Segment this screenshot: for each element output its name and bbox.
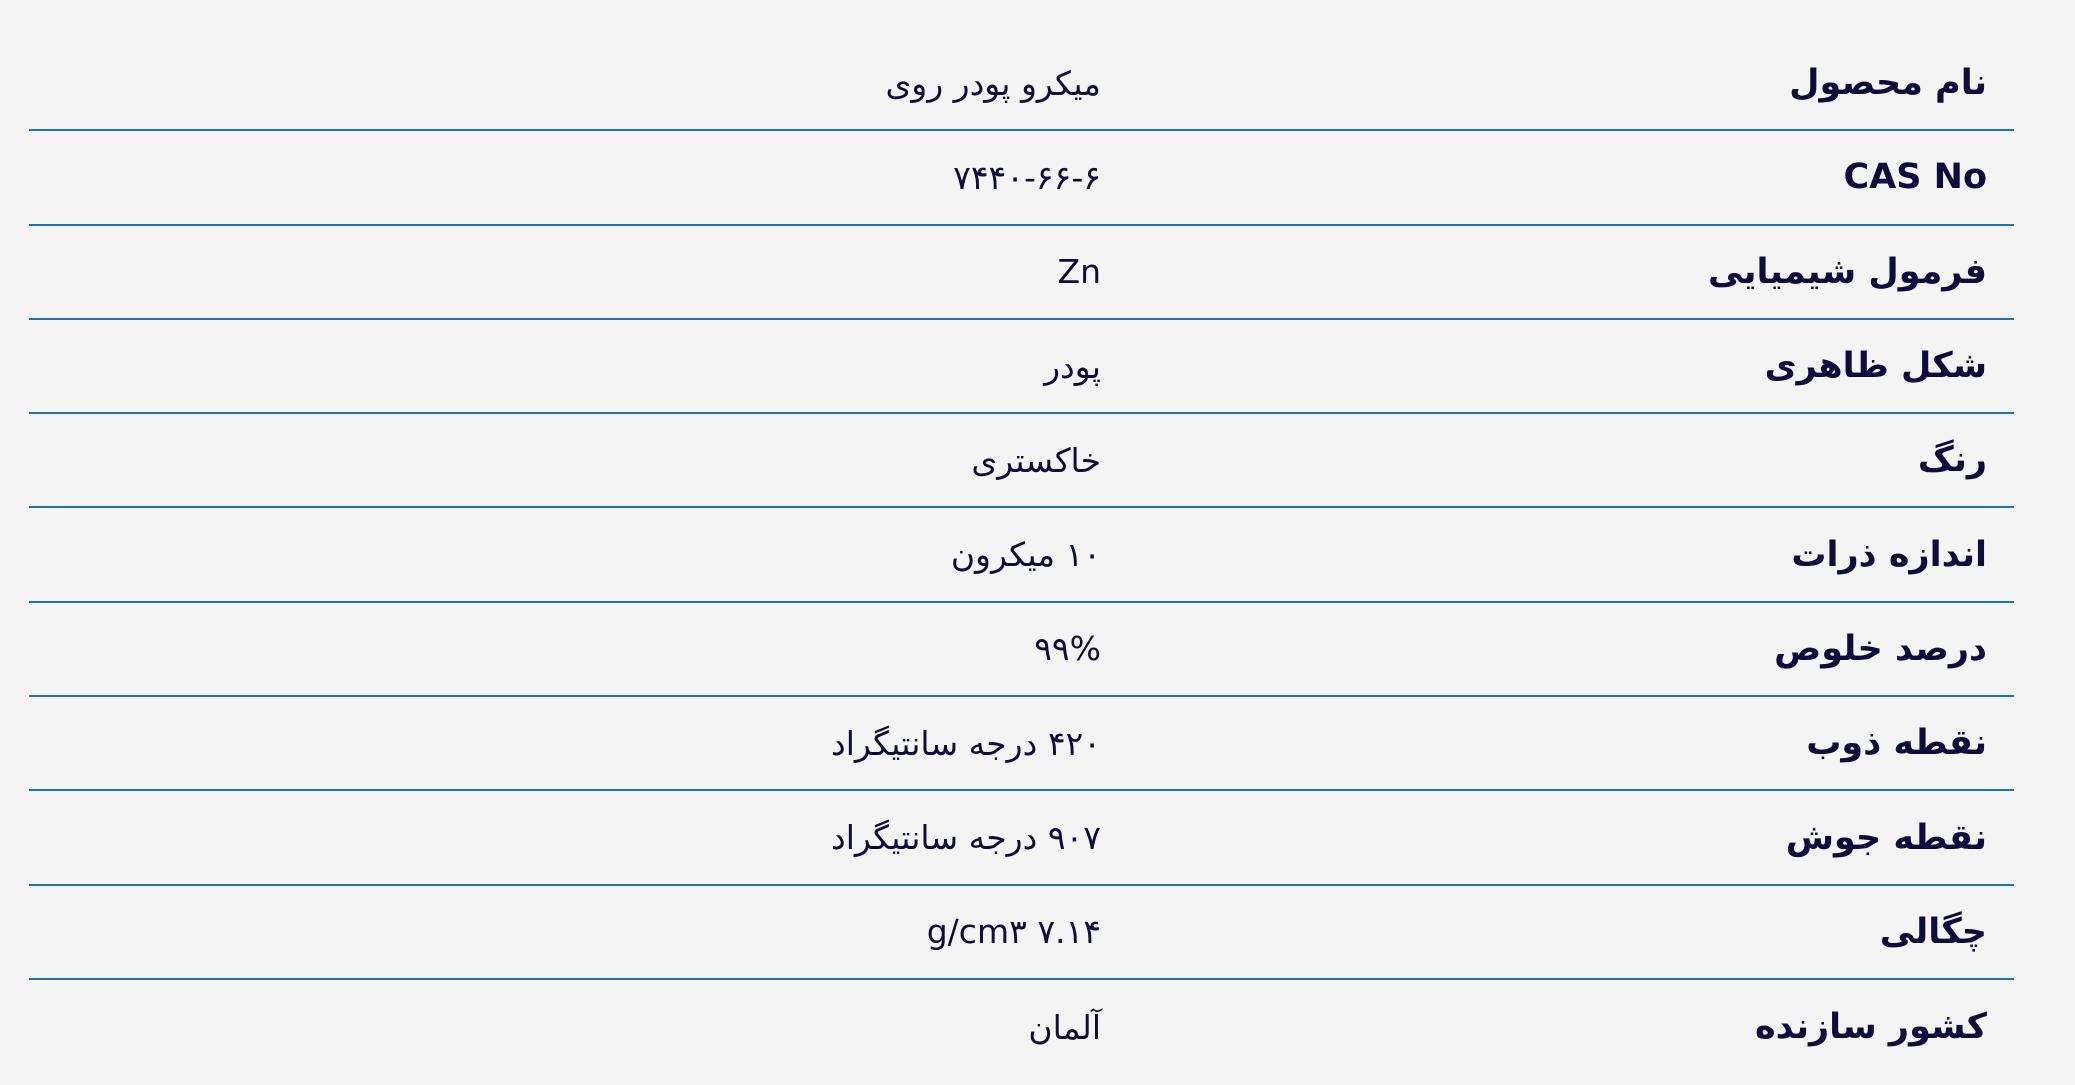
spec-value: ۷.۱۴ g/cm۳ xyxy=(926,912,1101,952)
spec-row: درصد خلوص ۹۹% xyxy=(29,603,2014,698)
spec-row: اندازه ذرات ۱۰ میکرون xyxy=(29,508,2014,603)
spec-label: نقطه جوش xyxy=(1785,817,1987,858)
spec-label: نقطه ذوب xyxy=(1806,723,1987,764)
spec-row: کشور سازنده آلمان xyxy=(29,980,2014,1074)
spec-row: چگالی ۷.۱۴ g/cm۳ xyxy=(29,886,2014,980)
spec-value: میکرو پودر روی xyxy=(885,63,1101,103)
spec-row: نقطه ذوب ۴۲۰ درجه سانتیگراد xyxy=(29,697,2014,792)
spec-value: خاکستری xyxy=(971,440,1101,480)
spec-value: ۷۴۴۰-۶۶-۶ xyxy=(953,157,1101,197)
spec-label: درصد خلوص xyxy=(1774,628,1987,669)
spec-label: نام محصول xyxy=(1789,63,1987,104)
spec-value: ۹۹% xyxy=(1034,629,1101,669)
spec-value: ۹۰۷ درجه سانتیگراد xyxy=(831,818,1101,858)
product-spec-table: نام محصول میکرو پودر روی CAS No ۷۴۴۰-۶۶-۶ فر… xyxy=(29,37,2014,1074)
spec-label: کشور سازنده xyxy=(1755,1007,1987,1048)
spec-label: رنگ xyxy=(1917,440,1987,481)
spec-label: فرمول شیمیایی xyxy=(1707,251,1987,292)
spec-row: نقطه جوش ۹۰۷ درجه سانتیگراد xyxy=(29,791,2014,886)
spec-label: اندازه ذرات xyxy=(1791,534,1987,575)
spec-label: چگالی xyxy=(1879,911,1987,952)
spec-label: CAS No xyxy=(1843,157,1987,198)
spec-row: رنگ خاکستری xyxy=(29,414,2014,509)
spec-row: فرمول شیمیایی Zn xyxy=(29,226,2014,320)
spec-row: شکل ظاهری پودر xyxy=(29,320,2014,415)
spec-value: آلمان xyxy=(1028,1007,1101,1047)
spec-value: Zn xyxy=(1057,252,1101,292)
spec-row: CAS No ۷۴۴۰-۶۶-۶ xyxy=(29,131,2014,226)
spec-label: شکل ظاهری xyxy=(1764,346,1987,387)
spec-value: ۱۰ میکرون xyxy=(950,535,1101,575)
spec-value: ۴۲۰ درجه سانتیگراد xyxy=(831,723,1101,763)
spec-row: نام محصول میکرو پودر روی xyxy=(29,37,2014,132)
spec-value: پودر xyxy=(1044,346,1101,386)
